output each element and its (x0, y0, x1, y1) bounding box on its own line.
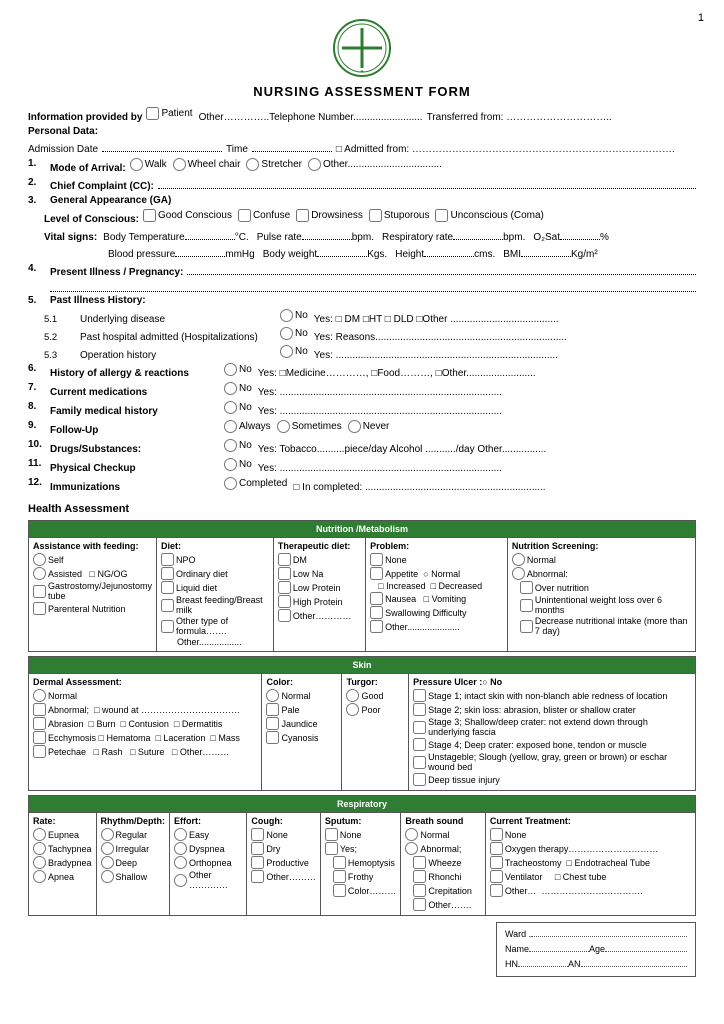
assistance-col: Assistance with feeding: Self Assisted □… (29, 538, 157, 652)
effort-col: Effort: Easy Dyspnea Orthopnea Other ………… (170, 813, 247, 916)
cough-col: Cough: None Dry Productive Other……… (247, 813, 321, 916)
past-hospital: 5.2 Past hospital admitted (Hospitalizat… (28, 327, 696, 343)
current-treatment-col: Current Treatment: None Oxygen therapy……… (485, 813, 695, 916)
respiratory-table: Respiratory Rate: Eupnea Tachypnea Brady… (28, 795, 696, 916)
underlying-disease: 5.1 Underlying disease No Yes: □ DM □HT … (28, 309, 696, 325)
drugs-substances: 10. Drugs/Substances: No Yes: Tobacco...… (28, 439, 696, 455)
nutrition-header: Nutrition /Metabolism (29, 521, 696, 538)
current-medications: 7. Current medications No Yes: .........… (28, 382, 696, 398)
general-appearance: 3. General Appearance (GA) (28, 195, 696, 206)
hospital-logo: ✦ (332, 18, 392, 78)
past-illness: 5. Past Illness History: (28, 295, 696, 306)
present-illness: 4. Present Illness / Pregnancy: (28, 263, 696, 292)
skin-header: Skin (29, 657, 696, 674)
turgor-col: Turgor: Good Poor (342, 674, 409, 791)
problem-col: Problem: None Appetite ○ Normal □ Increa… (366, 538, 508, 652)
sputum-col: Sputum: None Yes; Hemoptysis Frothy Colo… (320, 813, 401, 916)
level-of-conscious: Level of Conscious: Good Conscious Confu… (28, 209, 696, 225)
nutrition-table: Nutrition /Metabolism Assistance with fe… (28, 520, 696, 652)
form-title: NURSING ASSESSMENT FORM (28, 84, 696, 99)
diet-col: Diet: NPO Ordinary diet Liquid diet Brea… (157, 538, 274, 652)
breath-sound-col: Breath sound Normal Abnormal; Wheeze Rho… (401, 813, 485, 916)
color-col: Color: Normal Pale Jaundice Cyanosis (262, 674, 342, 791)
rhythm-col: Rhythm/Depth: Regular Irregular Deep Sha… (96, 813, 170, 916)
immunizations: 12. Immunizations Completed □ In complet… (28, 477, 696, 493)
respiratory-header: Respiratory (29, 796, 696, 813)
svg-text:✦: ✦ (360, 69, 364, 75)
dermal-col: Dermal Assessment: Normal Abnormal; □ wo… (29, 674, 262, 791)
info-provided-row: Information provided by Patient Other………… (28, 107, 696, 123)
personal-data-label: Personal Data: (28, 126, 696, 137)
patient-checkbox[interactable]: Patient (146, 107, 192, 120)
allergy-history: 6. History of allergy & reactions No Yes… (28, 363, 696, 379)
pressure-ulcer-col: Pressure Ulcer :○ No Stage 1; intact ski… (409, 674, 696, 791)
chief-complaint: 2. Chief Complaint (CC): (28, 177, 696, 192)
screening-col: Nutrition Screening: Normal Abnormal: Ov… (507, 538, 695, 652)
ward-box: Ward . Name Age HN AN (496, 922, 696, 977)
physical-checkup: 11. Physical Checkup No Yes: ...........… (28, 458, 696, 474)
rate-col: Rate: Eupnea Tachypnea Bradypnea Apnea (29, 813, 97, 916)
vital-signs-row2: Blood pressuremmHg Body weightKgs. Heigh… (28, 245, 696, 260)
page-number: 1 (698, 12, 704, 24)
health-assessment-title: Health Assessment (28, 503, 696, 515)
operation-history: 5.3 Operation history No Yes: ..........… (28, 345, 696, 361)
family-medical: 8. Family medical history No Yes: ......… (28, 401, 696, 417)
vital-signs-row1: Vital signs: Body Temperature°C. Pulse r… (28, 228, 696, 243)
mode-of-arrival: 1. Mode of Arrival: Walk Wheel chair Str… (28, 158, 696, 174)
therapeutic-col: Therapeutic diet: DM Low Na Low Protein … (273, 538, 365, 652)
admission-date-row: Admission Date Time □ Admitted from: ………… (28, 140, 696, 155)
follow-up: 9. Follow-Up Always Sometimes Never (28, 420, 696, 436)
skin-table: Skin Dermal Assessment: Normal Abnormal;… (28, 656, 696, 791)
